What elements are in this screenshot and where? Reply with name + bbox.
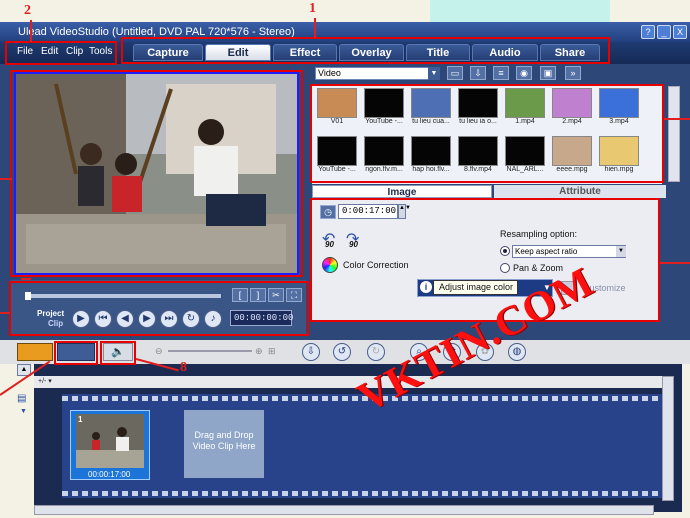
import-icon[interactable]: ⇩: [470, 66, 486, 80]
chevron-down-icon[interactable]: ▼: [428, 67, 440, 80]
close-button[interactable]: X: [673, 25, 687, 39]
tab-image[interactable]: Image: [312, 185, 492, 198]
zoom-slider[interactable]: [168, 350, 252, 352]
zoom-in-icon[interactable]: ⊕: [255, 346, 263, 357]
video-track: [62, 394, 666, 498]
annotation-pointer-2: [30, 20, 32, 42]
library-manager-icon[interactable]: ▣: [540, 66, 556, 80]
clip-timecode: 00:00:17:00: [88, 470, 131, 479]
track-header-area: [0, 364, 34, 512]
annotation-number-2: 2: [24, 3, 31, 18]
capture-icon[interactable]: ◉: [516, 66, 532, 80]
timeline-vscroll[interactable]: [662, 376, 674, 501]
annotation-box-audio: [100, 341, 136, 365]
folder-icon[interactable]: ▭: [447, 66, 463, 80]
annotation-box-view: [54, 341, 98, 365]
drop-zone[interactable]: Drag and Drop Video Clip Here: [184, 410, 264, 478]
annotation-pointer-options: [660, 262, 690, 264]
sort-icon[interactable]: ≡: [493, 66, 509, 80]
insert-media-icon[interactable]: ⇩: [302, 343, 320, 361]
clip-index: 1: [78, 415, 83, 424]
annotation-box-library: [310, 84, 664, 183]
fit-project-icon[interactable]: ⊞: [268, 346, 276, 357]
annotation-box-options: [310, 198, 660, 322]
expand-icon[interactable]: »: [565, 66, 581, 80]
library-category-dropdown[interactable]: Video: [315, 67, 440, 80]
annotation-pointer-preview: [0, 178, 12, 180]
zoom-out-icon[interactable]: ⊖: [155, 346, 163, 357]
library-scrollbar[interactable]: [668, 86, 680, 182]
video-track-icon: ▤: [17, 393, 27, 404]
minimize-button[interactable]: _: [657, 25, 671, 39]
annotation-pointer-library: [664, 118, 690, 120]
track-expand-icon[interactable]: ▼: [20, 408, 27, 415]
timeline-hscroll[interactable]: [34, 505, 654, 515]
tab-attribute[interactable]: Attribute: [494, 185, 666, 198]
annotation-number-1: 1: [309, 1, 316, 16]
annotation-box-steps: [121, 37, 610, 64]
storyboard-view-icon[interactable]: [17, 343, 53, 361]
annotation-box-playback: [9, 281, 309, 336]
annotation-pointer-1: [314, 18, 316, 38]
track-options[interactable]: +/- ▾: [38, 377, 52, 385]
help-button[interactable]: ?: [641, 25, 655, 39]
redo-icon[interactable]: ↻: [367, 343, 385, 361]
clip-thumbnail: [76, 414, 144, 468]
film-perforation-bottom: [62, 491, 666, 496]
annotation-box-preview: [10, 70, 303, 277]
annotation-pointer-playback: [0, 312, 10, 314]
annotation-box-menu: [5, 41, 117, 65]
annotation-number-8: 8: [180, 360, 187, 375]
undo-icon[interactable]: ↺: [333, 343, 351, 361]
background-strip: [430, 0, 610, 24]
